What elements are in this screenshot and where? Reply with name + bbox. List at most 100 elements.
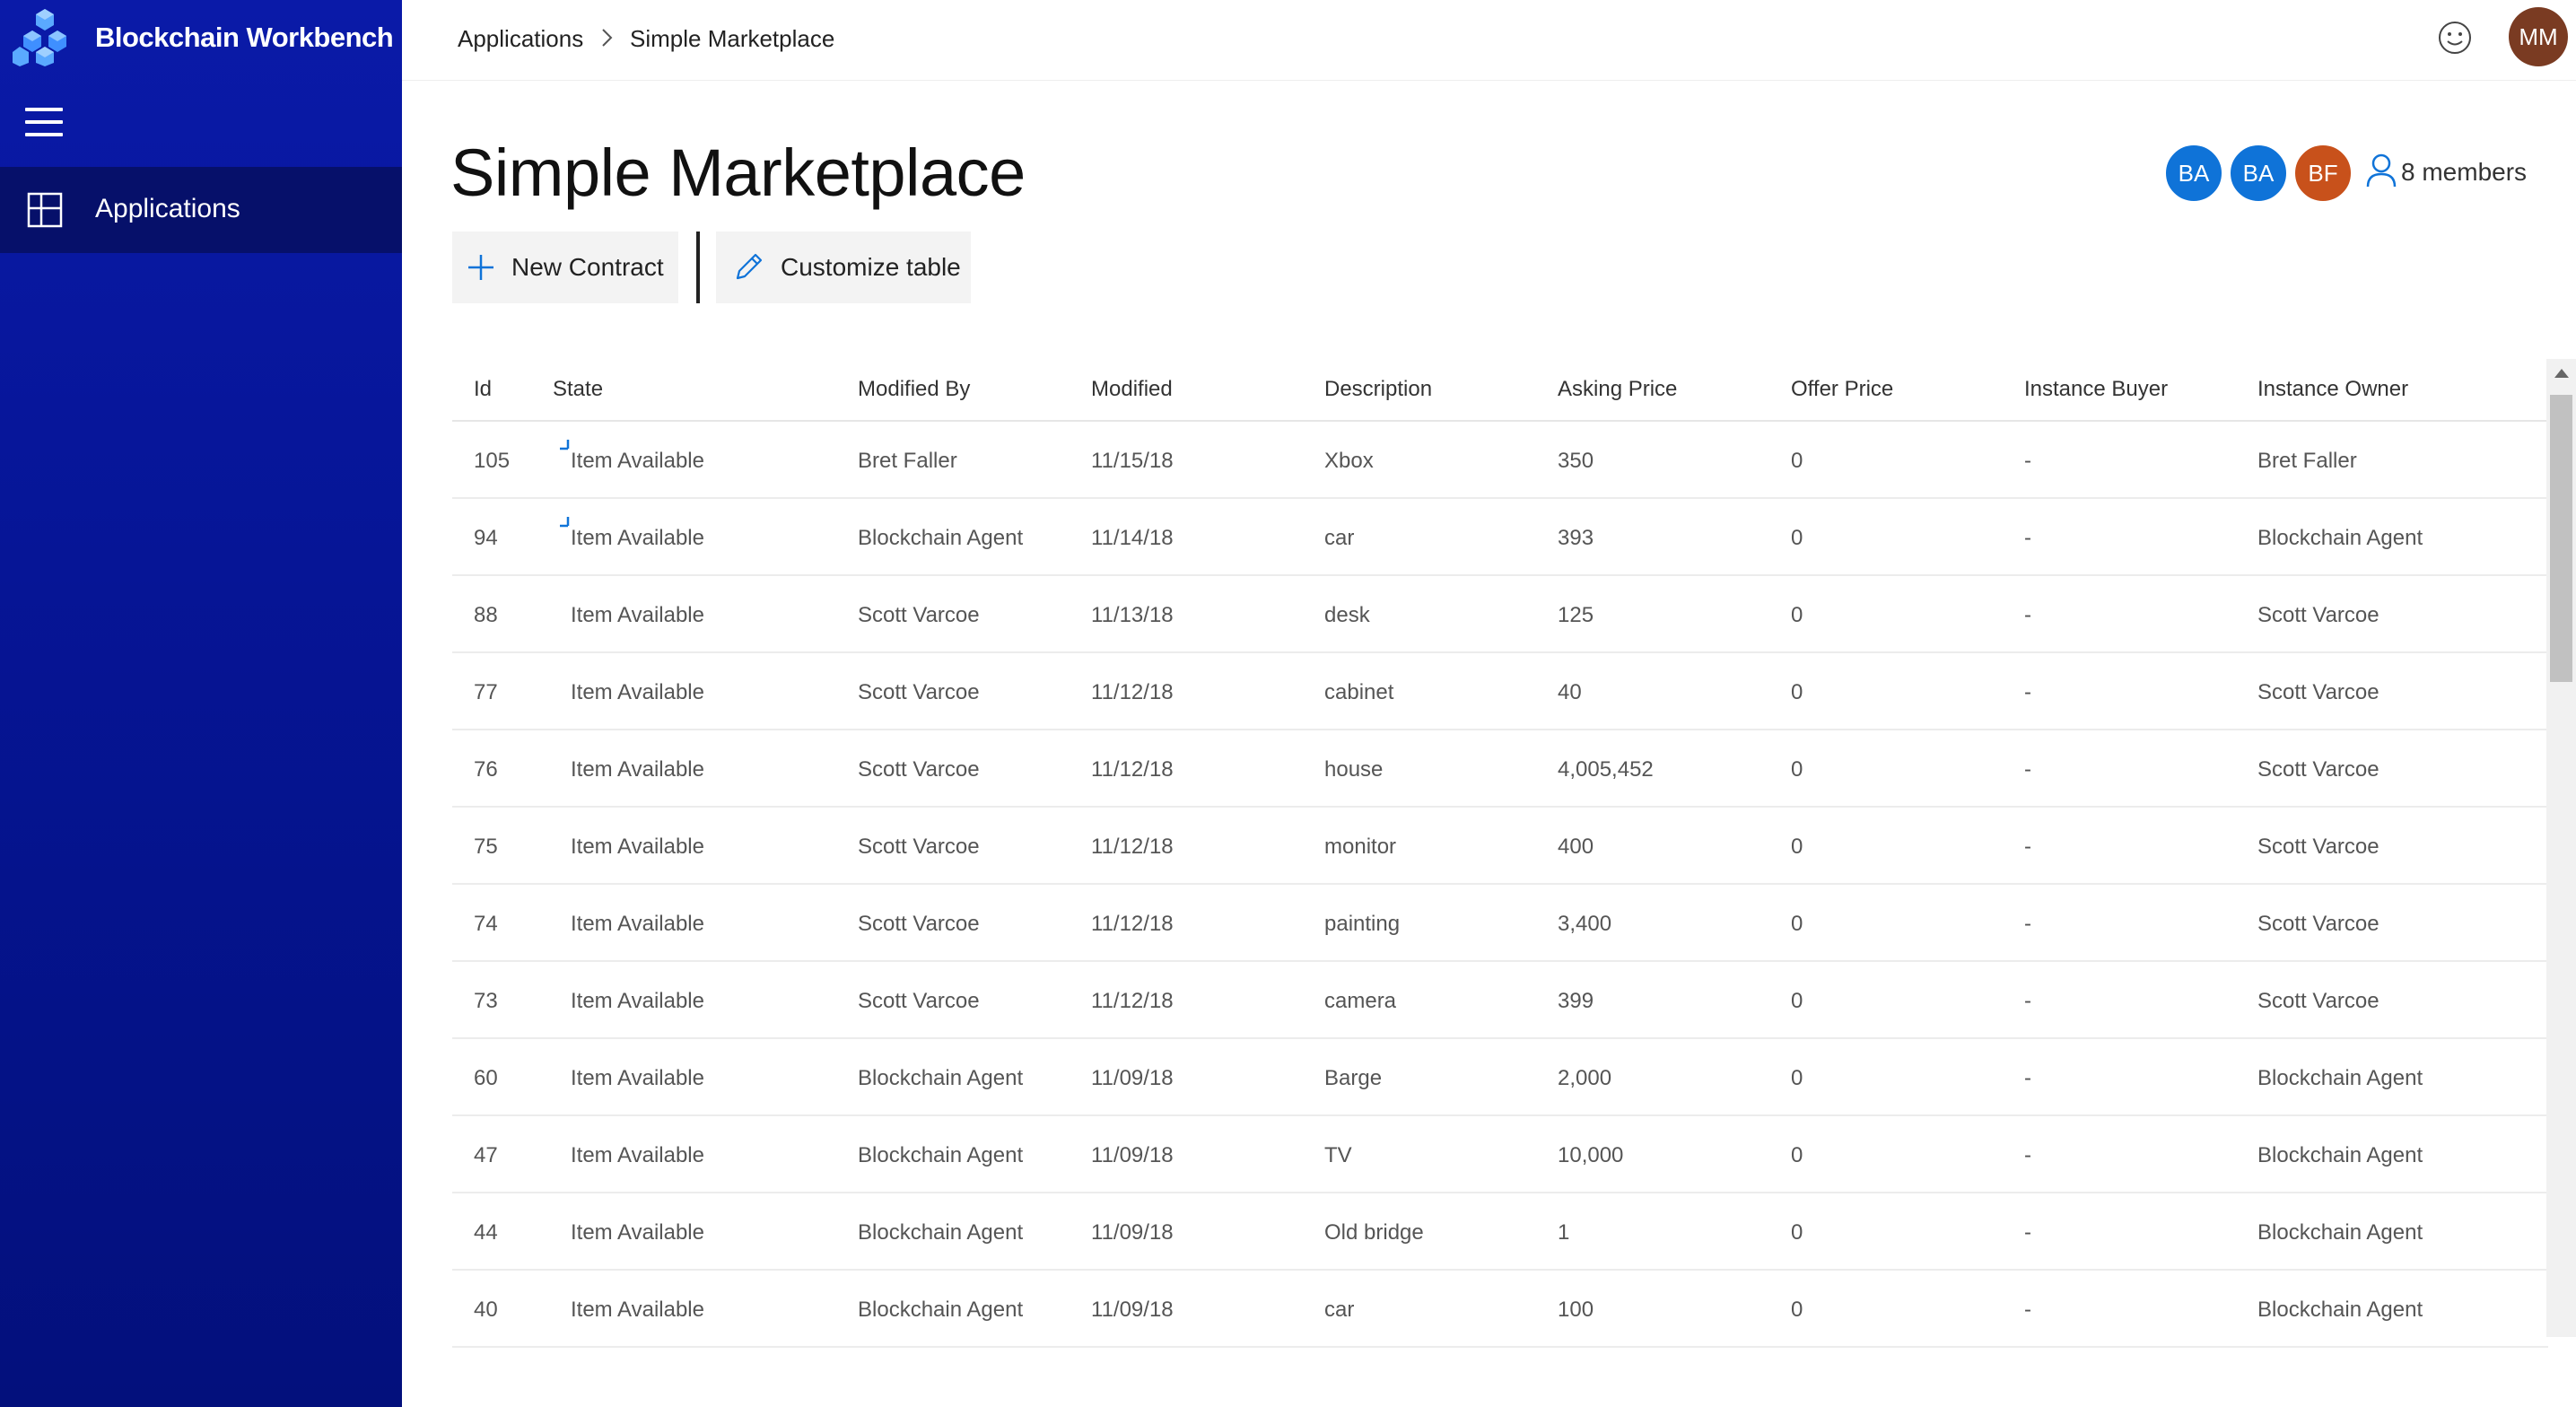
cell-id: 60: [474, 1066, 498, 1090]
cell-id: 94: [474, 526, 498, 550]
cell-id: 73: [474, 989, 498, 1013]
cell-state: Item Available: [571, 603, 704, 627]
column-header-instance-owner[interactable]: Instance Owner: [2257, 377, 2408, 402]
customize-table-button[interactable]: Customize table: [716, 232, 971, 303]
column-header-offer-price[interactable]: Offer Price: [1791, 377, 1893, 402]
cell-instance-owner: Scott Varcoe: [2257, 989, 2380, 1013]
cell-description: car: [1324, 1298, 1355, 1322]
cell-modified: 11/12/18: [1091, 680, 1174, 704]
column-header-modified[interactable]: Modified: [1091, 377, 1173, 402]
cell-offer-price: 0: [1791, 449, 1803, 473]
cell-offer-price: 0: [1791, 1066, 1803, 1090]
new-contract-button[interactable]: New Contract: [452, 232, 678, 303]
cell-id: 47: [474, 1143, 498, 1167]
members-count-link[interactable]: 8 members: [2401, 158, 2527, 187]
member-avatar[interactable]: BA: [2229, 144, 2288, 203]
cell-asking-price: 2,000: [1558, 1066, 1612, 1090]
column-header-id[interactable]: Id: [474, 377, 492, 402]
cell-modified-by: Scott Varcoe: [858, 835, 980, 859]
cell-modified-by: Scott Varcoe: [858, 757, 980, 782]
cell-instance-buyer: -: [2024, 1220, 2031, 1245]
cell-modified-by: Scott Varcoe: [858, 912, 980, 936]
cell-state: Item Available: [571, 912, 704, 936]
column-header-modified-by[interactable]: Modified By: [858, 377, 970, 402]
cell-asking-price: 1: [1558, 1220, 1570, 1245]
vertical-scrollbar[interactable]: [2546, 359, 2576, 1337]
cell-state: Item Available: [571, 1298, 704, 1322]
cell-offer-price: 0: [1791, 1143, 1803, 1167]
chevron-right-icon: [602, 29, 613, 47]
cell-asking-price: 4,005,452: [1558, 757, 1654, 782]
cell-instance-buyer: -: [2024, 1066, 2031, 1090]
cell-modified: 11/12/18: [1091, 835, 1174, 859]
cell-modified: 11/13/18: [1091, 603, 1174, 627]
cell-description: cabinet: [1324, 680, 1394, 704]
cell-modified-by: Scott Varcoe: [858, 989, 980, 1013]
cell-instance-owner: Blockchain Agent: [2257, 1066, 2423, 1090]
table-row[interactable]: 74 Item Available Scott Varcoe 11/12/18 pain…: [452, 885, 2548, 962]
table-row[interactable]: 75 Item Available Scott Varcoe 11/12/18 moni…: [452, 808, 2548, 885]
cell-offer-price: 0: [1791, 680, 1803, 704]
column-header-state[interactable]: State: [553, 377, 603, 402]
cell-instance-buyer: -: [2024, 449, 2031, 473]
brand[interactable]: Blockchain Workbench: [0, 0, 402, 79]
cell-modified-by: Scott Varcoe: [858, 680, 980, 704]
table-row[interactable]: 94 Item Available Blockchain Agent 11/14/18…: [452, 499, 2548, 576]
cell-offer-price: 0: [1791, 603, 1803, 627]
cell-modified: 11/09/18: [1091, 1066, 1174, 1090]
cell-modified: 11/12/18: [1091, 989, 1174, 1013]
cell-instance-owner: Blockchain Agent: [2257, 1298, 2423, 1322]
scroll-up-arrow-icon[interactable]: [2554, 368, 2570, 379]
cell-instance-buyer: -: [2024, 1143, 2031, 1167]
hamburger-menu-button[interactable]: [25, 108, 63, 138]
table-row[interactable]: 40 Item Available Blockchain Agent 11/09/18…: [452, 1271, 2548, 1348]
member-avatar[interactable]: BA: [2164, 144, 2223, 203]
cell-offer-price: 0: [1791, 835, 1803, 859]
table-row[interactable]: 47 Item Available Blockchain Agent 11/09/18…: [452, 1116, 2548, 1193]
table-body: 105 Item Available Bret Faller 11/15/18 Xbox…: [452, 422, 2548, 1348]
user-avatar-button[interactable]: MM: [2509, 7, 2568, 66]
cell-modified-by: Scott Varcoe: [858, 603, 980, 627]
table-row[interactable]: 105 Item Available Bret Faller 11/15/18 Xbox…: [452, 422, 2548, 499]
blockchain-cubes-logo: [13, 9, 66, 66]
column-header-asking-price[interactable]: Asking Price: [1558, 377, 1677, 402]
cell-id: 40: [474, 1298, 498, 1322]
breadcrumb-applications-link[interactable]: Applications: [458, 25, 583, 53]
table-row[interactable]: 44 Item Available Blockchain Agent 11/09/18…: [452, 1193, 2548, 1271]
page-title: Simple Marketplace: [450, 135, 1026, 210]
cell-modified: 11/12/18: [1091, 912, 1174, 936]
column-header-instance-buyer[interactable]: Instance Buyer: [2024, 377, 2168, 402]
table-row[interactable]: 77 Item Available Scott Varcoe 11/12/18 cabi…: [452, 653, 2548, 730]
cell-description: monitor: [1324, 835, 1397, 859]
cell-description: car: [1324, 526, 1355, 550]
cell-asking-price: 393: [1558, 526, 1594, 550]
cell-asking-price: 40: [1558, 680, 1582, 704]
cell-modified: 11/12/18: [1091, 757, 1174, 782]
cell-offer-price: 0: [1791, 1220, 1803, 1245]
cell-instance-buyer: -: [2024, 835, 2031, 859]
cell-state: Item Available: [571, 1066, 704, 1090]
table-row[interactable]: 60 Item Available Blockchain Agent 11/09/18…: [452, 1039, 2548, 1116]
cell-state: Item Available: [571, 1220, 704, 1245]
cell-instance-buyer: -: [2024, 757, 2031, 782]
table-row[interactable]: 88 Item Available Scott Varcoe 11/13/18 desk…: [452, 576, 2548, 653]
smiley-feedback-icon[interactable]: [2437, 20, 2473, 56]
app-window: Blockchain Workbench Applications Applic…: [0, 0, 2576, 1407]
member-avatar[interactable]: BF: [2293, 144, 2353, 203]
cell-id: 44: [474, 1220, 498, 1245]
customize-table-label: Customize table: [781, 253, 961, 281]
cell-asking-price: 100: [1558, 1298, 1594, 1322]
table-row[interactable]: 73 Item Available Scott Varcoe 11/12/18 came…: [452, 962, 2548, 1039]
scrollbar-thumb[interactable]: [2550, 395, 2572, 682]
cell-modified-by: Blockchain Agent: [858, 1220, 1024, 1245]
sidebar: Blockchain Workbench Applications: [0, 0, 402, 1407]
cell-state: Item Available: [571, 835, 704, 859]
cell-instance-buyer: -: [2024, 989, 2031, 1013]
cell-id: 77: [474, 680, 498, 704]
table-row[interactable]: 76 Item Available Scott Varcoe 11/12/18 hous…: [452, 730, 2548, 808]
column-header-description[interactable]: Description: [1324, 377, 1432, 402]
cell-state: Item Available: [571, 526, 704, 550]
sidebar-item-applications[interactable]: Applications: [0, 167, 402, 253]
cell-asking-price: 350: [1558, 449, 1594, 473]
cell-description: Xbox: [1324, 449, 1374, 473]
